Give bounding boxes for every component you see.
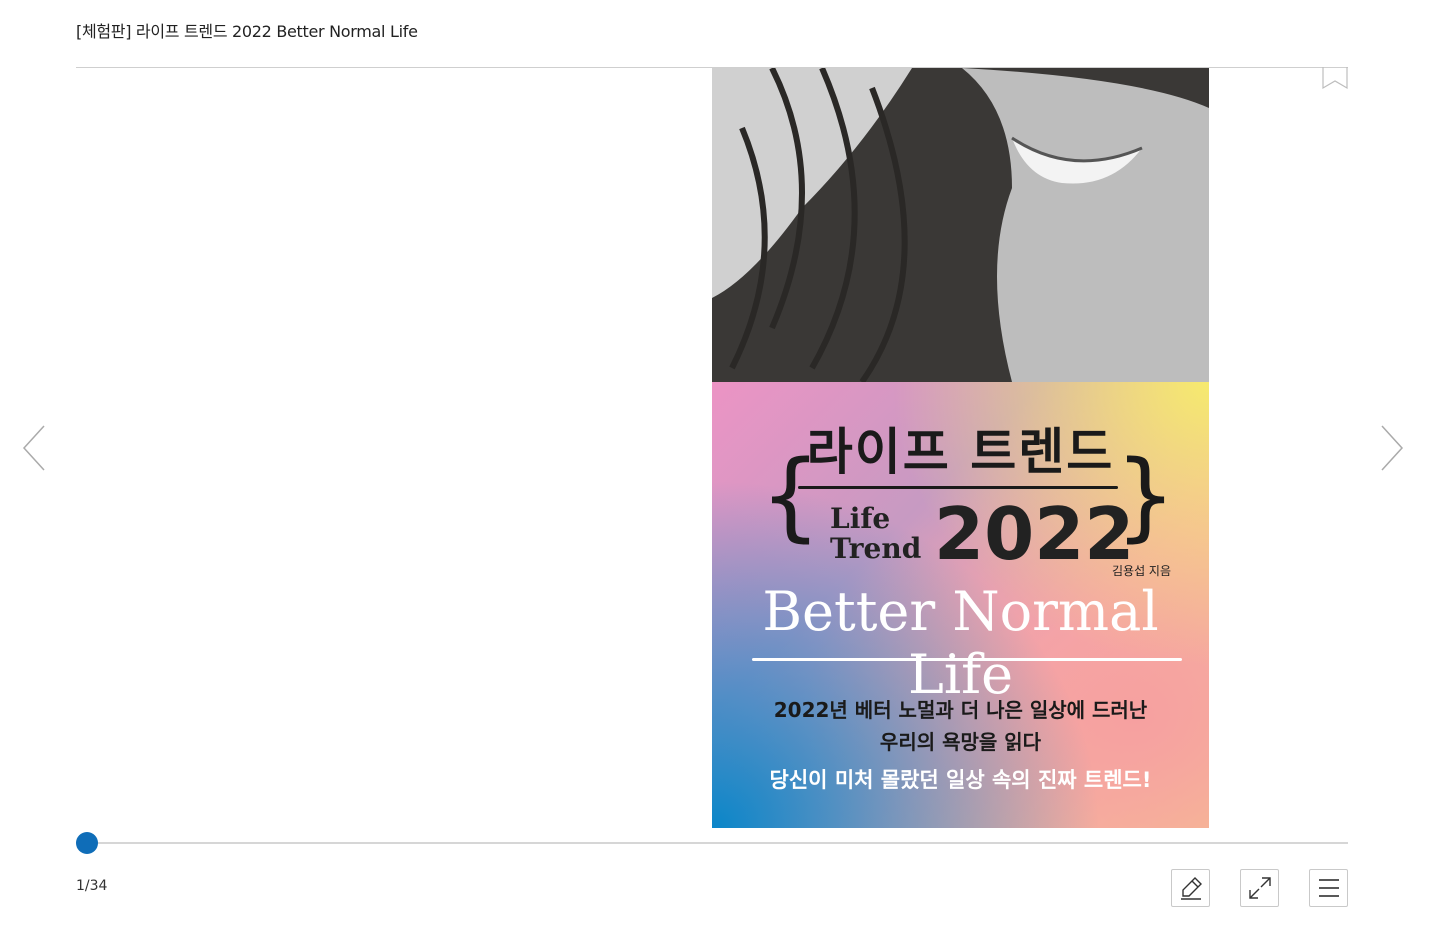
cover-tagline-2: 우리의 욕망을 읽다 xyxy=(879,730,1042,754)
menu-icon xyxy=(1318,879,1339,897)
bookmark-icon[interactable] xyxy=(1322,67,1348,91)
cover-author: 김용섭 지음 xyxy=(1112,564,1172,578)
cover-brace-left: { xyxy=(760,440,822,552)
cover-year: 2022 xyxy=(934,492,1135,576)
cover-subtitle: Better Normal Life xyxy=(762,580,1159,706)
left-page-blank xyxy=(76,68,712,828)
cover-tagline-3: 당신이 미처 몰랐던 일상 속의 진짜 트렌드! xyxy=(769,768,1152,792)
cover-lifetrend: Life Trend xyxy=(830,502,922,565)
cover-subtitle-rule xyxy=(752,658,1182,661)
cover-photo xyxy=(712,68,1209,384)
page-counter: 1/34 xyxy=(76,878,108,894)
next-page-button[interactable] xyxy=(1372,420,1412,476)
chevron-right-icon xyxy=(1381,425,1404,471)
slider-thumb[interactable] xyxy=(76,832,98,854)
menu-button[interactable] xyxy=(1309,869,1348,907)
page-slider[interactable] xyxy=(76,832,1348,854)
fullscreen-button[interactable] xyxy=(1240,869,1279,907)
pen-icon xyxy=(1180,877,1202,900)
prev-page-button[interactable] xyxy=(16,420,56,476)
cover-title-rule xyxy=(798,486,1118,489)
annotate-button[interactable] xyxy=(1171,869,1210,907)
slider-track[interactable] xyxy=(76,842,1348,844)
book-title: [체험판] 라이프 트렌드 2022 Better Normal Life xyxy=(76,22,418,41)
cover-tagline-1: 2022년 베터 노멀과 더 나은 일상에 드러난 xyxy=(773,698,1148,722)
expand-icon xyxy=(1248,877,1271,899)
book-cover: 라이프 트렌드 { } Life Trend 2022 김용섭 지음 Bette… xyxy=(712,68,1209,828)
chevron-left-icon xyxy=(22,425,45,471)
